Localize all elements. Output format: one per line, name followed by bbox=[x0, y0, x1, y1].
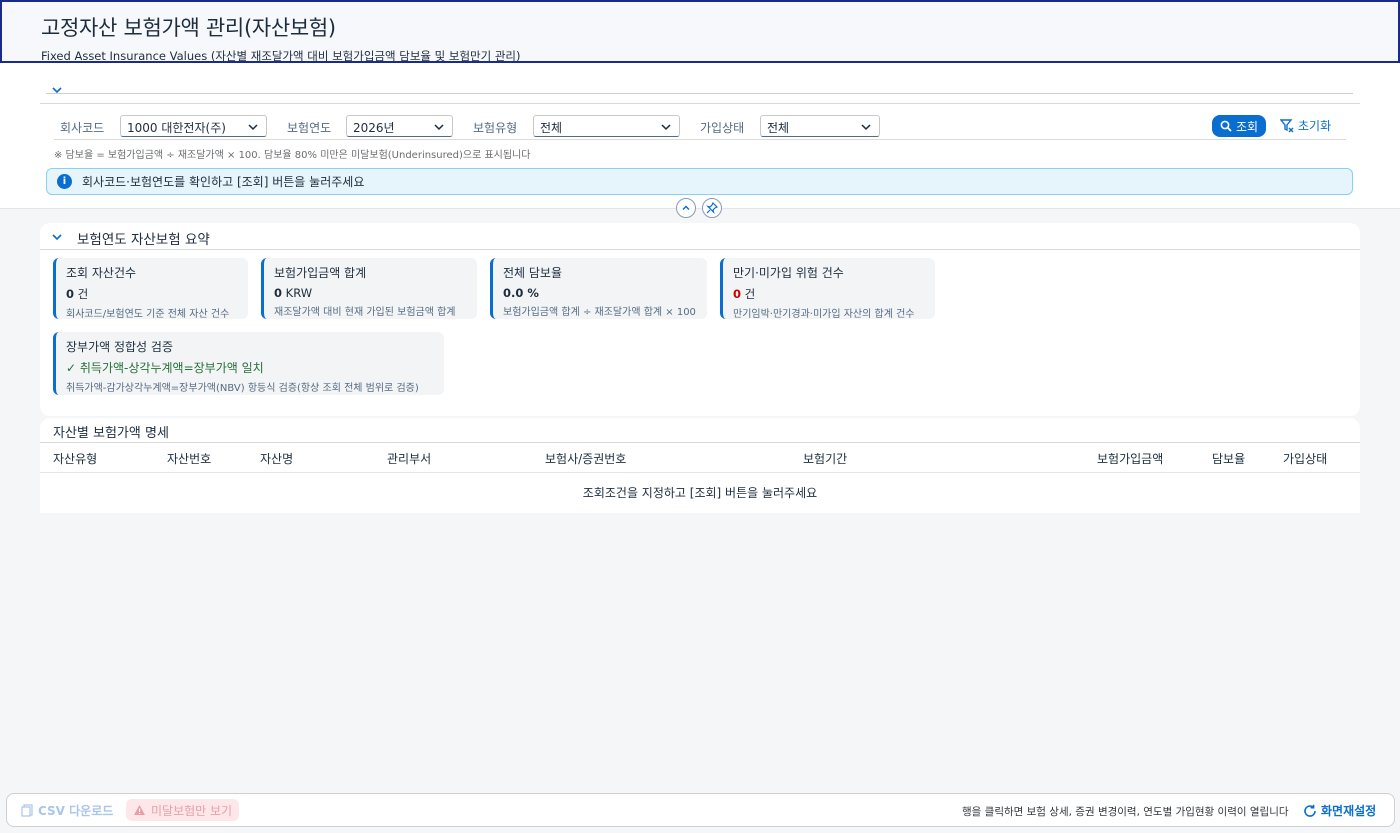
column-header[interactable]: 보험사/증권번호 bbox=[545, 450, 626, 467]
page-title: 고정자산 보험가액 관리(자산보험) bbox=[41, 16, 336, 40]
validation-status: ✓ 취득가액-상각누계액=장부가액 일치 bbox=[66, 361, 264, 375]
page-subtitle: Fixed Asset Insurance Values (자산별 재조달가액 … bbox=[41, 49, 521, 63]
reset-layout-label: 화면재설정 bbox=[1321, 804, 1377, 818]
search-icon bbox=[1220, 120, 1232, 132]
spreadsheet-icon bbox=[21, 804, 33, 817]
table-empty-message: 조회조건을 지정하고 [조회] 버튼을 눌러주세요 bbox=[582, 486, 818, 500]
chevron-down-icon bbox=[861, 124, 871, 131]
chevron-up-icon bbox=[682, 205, 690, 211]
column-header[interactable]: 자산유형 bbox=[53, 450, 97, 467]
page-header: 고정자산 보험가액 관리(자산보험) Fixed Asset Insurance… bbox=[0, 0, 1400, 63]
kpi-desc: 보험가입금액 합계 ÷ 재조달가액 합계 × 100 bbox=[503, 307, 696, 318]
info-message-text: 회사코드·보험연도를 확인하고 [조회] 버튼을 눌러주세요 bbox=[82, 175, 365, 189]
kpi-value: 0 건 bbox=[66, 287, 89, 301]
collapse-header-button[interactable] bbox=[676, 198, 696, 218]
chevron-down-icon bbox=[661, 124, 671, 131]
insurance-type-select[interactable]: 전체 bbox=[533, 115, 680, 137]
filter-bar: 회사코드 1000 대한전자(주) 보험연도 2026년 보험유형 전체 가입상… bbox=[0, 63, 1400, 209]
warning-icon bbox=[134, 805, 145, 815]
kpi-card-insured-total: 보험가입금액 합계 0 KRW 재조달가액 대비 현재 가입된 보험금액 합계 bbox=[261, 258, 477, 319]
kpi-desc: 회사코드/보험연도 기준 전체 자산 건수 bbox=[66, 309, 230, 320]
pin-icon bbox=[706, 202, 718, 214]
column-header[interactable]: 보험기간 bbox=[803, 450, 847, 467]
summary-panel: 보험연도 자산보험 요약 조회 자산건수 0 건 회사코드/보험연도 기준 전체… bbox=[40, 223, 1360, 416]
enrollment-status-value: 전체 bbox=[767, 121, 790, 135]
row-click-hint: 행을 클릭하면 보험 상세, 증권 변경이력, 연도별 가입현황 이력이 열립니… bbox=[962, 806, 1289, 818]
company-code-select[interactable]: 1000 대한전자(주) bbox=[120, 115, 267, 137]
detail-table-title: 자산별 보험가액 명세 bbox=[53, 426, 169, 441]
detail-table-panel: 자산별 보험가액 명세 자산유형 자산번호 자산명 관리부서 보험사/증권번호 … bbox=[40, 418, 1360, 513]
company-code-value: 1000 대한전자(주) bbox=[127, 121, 226, 135]
underinsured-only-label: 미달보험만 보기 bbox=[151, 803, 233, 818]
summary-header: 보험연도 자산보험 요약 bbox=[40, 223, 1360, 250]
go-button[interactable]: 조회 bbox=[1212, 115, 1266, 137]
underinsured-only-button[interactable]: 미달보험만 보기 bbox=[126, 799, 240, 821]
kpi-card-risk-count: 만기·미가입 위험 건수 0 건 만기임박·만기경과·미가입 자산의 합계 건수 bbox=[720, 258, 935, 320]
validation-desc: 취득가액-감가상각누계액=장부가액(NBV) 항등식 검증(항상 조회 전체 범… bbox=[66, 383, 419, 394]
company-code-label: 회사코드 bbox=[60, 121, 105, 135]
collapse-filter-chevron-icon[interactable] bbox=[50, 83, 64, 97]
clear-filter-icon bbox=[1280, 118, 1294, 132]
kpi-card-asset-count: 조회 자산건수 0 건 회사코드/보험연도 기준 전체 자산 건수 bbox=[53, 258, 248, 320]
enrollment-status-select[interactable]: 전체 bbox=[760, 115, 880, 137]
enrollment-status-label: 가입상태 bbox=[700, 121, 745, 135]
column-header[interactable]: 보험가입금액 bbox=[1097, 450, 1163, 467]
divider bbox=[46, 93, 1353, 94]
insurance-year-select[interactable]: 2026년 bbox=[346, 115, 453, 137]
insurance-type-label: 보험유형 bbox=[473, 121, 518, 135]
info-icon: i bbox=[57, 174, 72, 189]
insurance-year-value: 2026년 bbox=[353, 121, 395, 135]
checkmark-icon: ✓ bbox=[66, 361, 77, 375]
refresh-icon bbox=[1304, 804, 1316, 817]
footer-toolbar: CSV 다운로드 미달보험만 보기 행을 클릭하면 보험 상세, 증권 변경이력… bbox=[6, 793, 1395, 827]
collapse-summary-chevron-icon[interactable] bbox=[50, 230, 64, 244]
validation-title: 장부가액 정합성 검증 bbox=[66, 340, 173, 354]
csv-download-label: CSV 다운로드 bbox=[38, 804, 114, 818]
kpi-value: 0.0 % bbox=[503, 286, 539, 300]
reset-button-label: 초기화 bbox=[1298, 119, 1332, 133]
reset-button[interactable]: 초기화 bbox=[1280, 117, 1331, 134]
chevron-down-icon bbox=[434, 124, 444, 131]
pin-header-button[interactable] bbox=[702, 198, 722, 218]
insurance-type-value: 전체 bbox=[540, 121, 563, 135]
divider bbox=[40, 103, 1360, 104]
kpi-title: 전체 담보율 bbox=[503, 266, 563, 280]
kpi-title: 조회 자산건수 bbox=[66, 266, 137, 280]
kpi-value: 0 KRW bbox=[274, 286, 313, 300]
column-header[interactable]: 가입상태 bbox=[1283, 450, 1327, 467]
kpi-value: 0 건 bbox=[733, 287, 756, 301]
go-button-label: 조회 bbox=[1235, 119, 1259, 134]
divider bbox=[54, 139, 1346, 140]
kpi-card-coverage-ratio: 전체 담보율 0.0 % 보험가입금액 합계 ÷ 재조달가액 합계 × 100 bbox=[490, 258, 707, 319]
kpi-title: 만기·미가입 위험 건수 bbox=[733, 266, 844, 280]
kpi-title: 보험가입금액 합계 bbox=[274, 266, 367, 280]
column-header[interactable]: 자산명 bbox=[260, 450, 293, 467]
coverage-ratio-note: ※ 담보율 = 보험가입금액 ÷ 재조달가액 × 100. 담보율 80% 미만… bbox=[54, 150, 531, 161]
column-header[interactable]: 자산번호 bbox=[167, 450, 211, 467]
book-value-validation-card: 장부가액 정합성 검증 ✓ 취득가액-상각누계액=장부가액 일치 취득가액-감가… bbox=[53, 332, 444, 395]
kpi-desc: 재조달가액 대비 현재 가입된 보험금액 합계 bbox=[274, 307, 456, 318]
table-header: 자산유형 자산번호 자산명 관리부서 보험사/증권번호 보험기간 보험가입금액 … bbox=[40, 442, 1360, 473]
kpi-desc: 만기임박·만기경과·미가입 자산의 합계 건수 bbox=[733, 309, 915, 320]
column-header[interactable]: 담보율 bbox=[1212, 450, 1245, 467]
info-message-strip: i 회사코드·보험연도를 확인하고 [조회] 버튼을 눌러주세요 bbox=[46, 168, 1353, 195]
summary-title: 보험연도 자산보험 요약 bbox=[77, 232, 210, 248]
csv-download-button[interactable]: CSV 다운로드 bbox=[21, 802, 113, 819]
chevron-down-icon bbox=[248, 124, 258, 131]
insurance-year-label: 보험연도 bbox=[287, 121, 332, 135]
column-header[interactable]: 관리부서 bbox=[387, 450, 431, 467]
reset-layout-button[interactable]: 화면재설정 bbox=[1303, 802, 1376, 819]
